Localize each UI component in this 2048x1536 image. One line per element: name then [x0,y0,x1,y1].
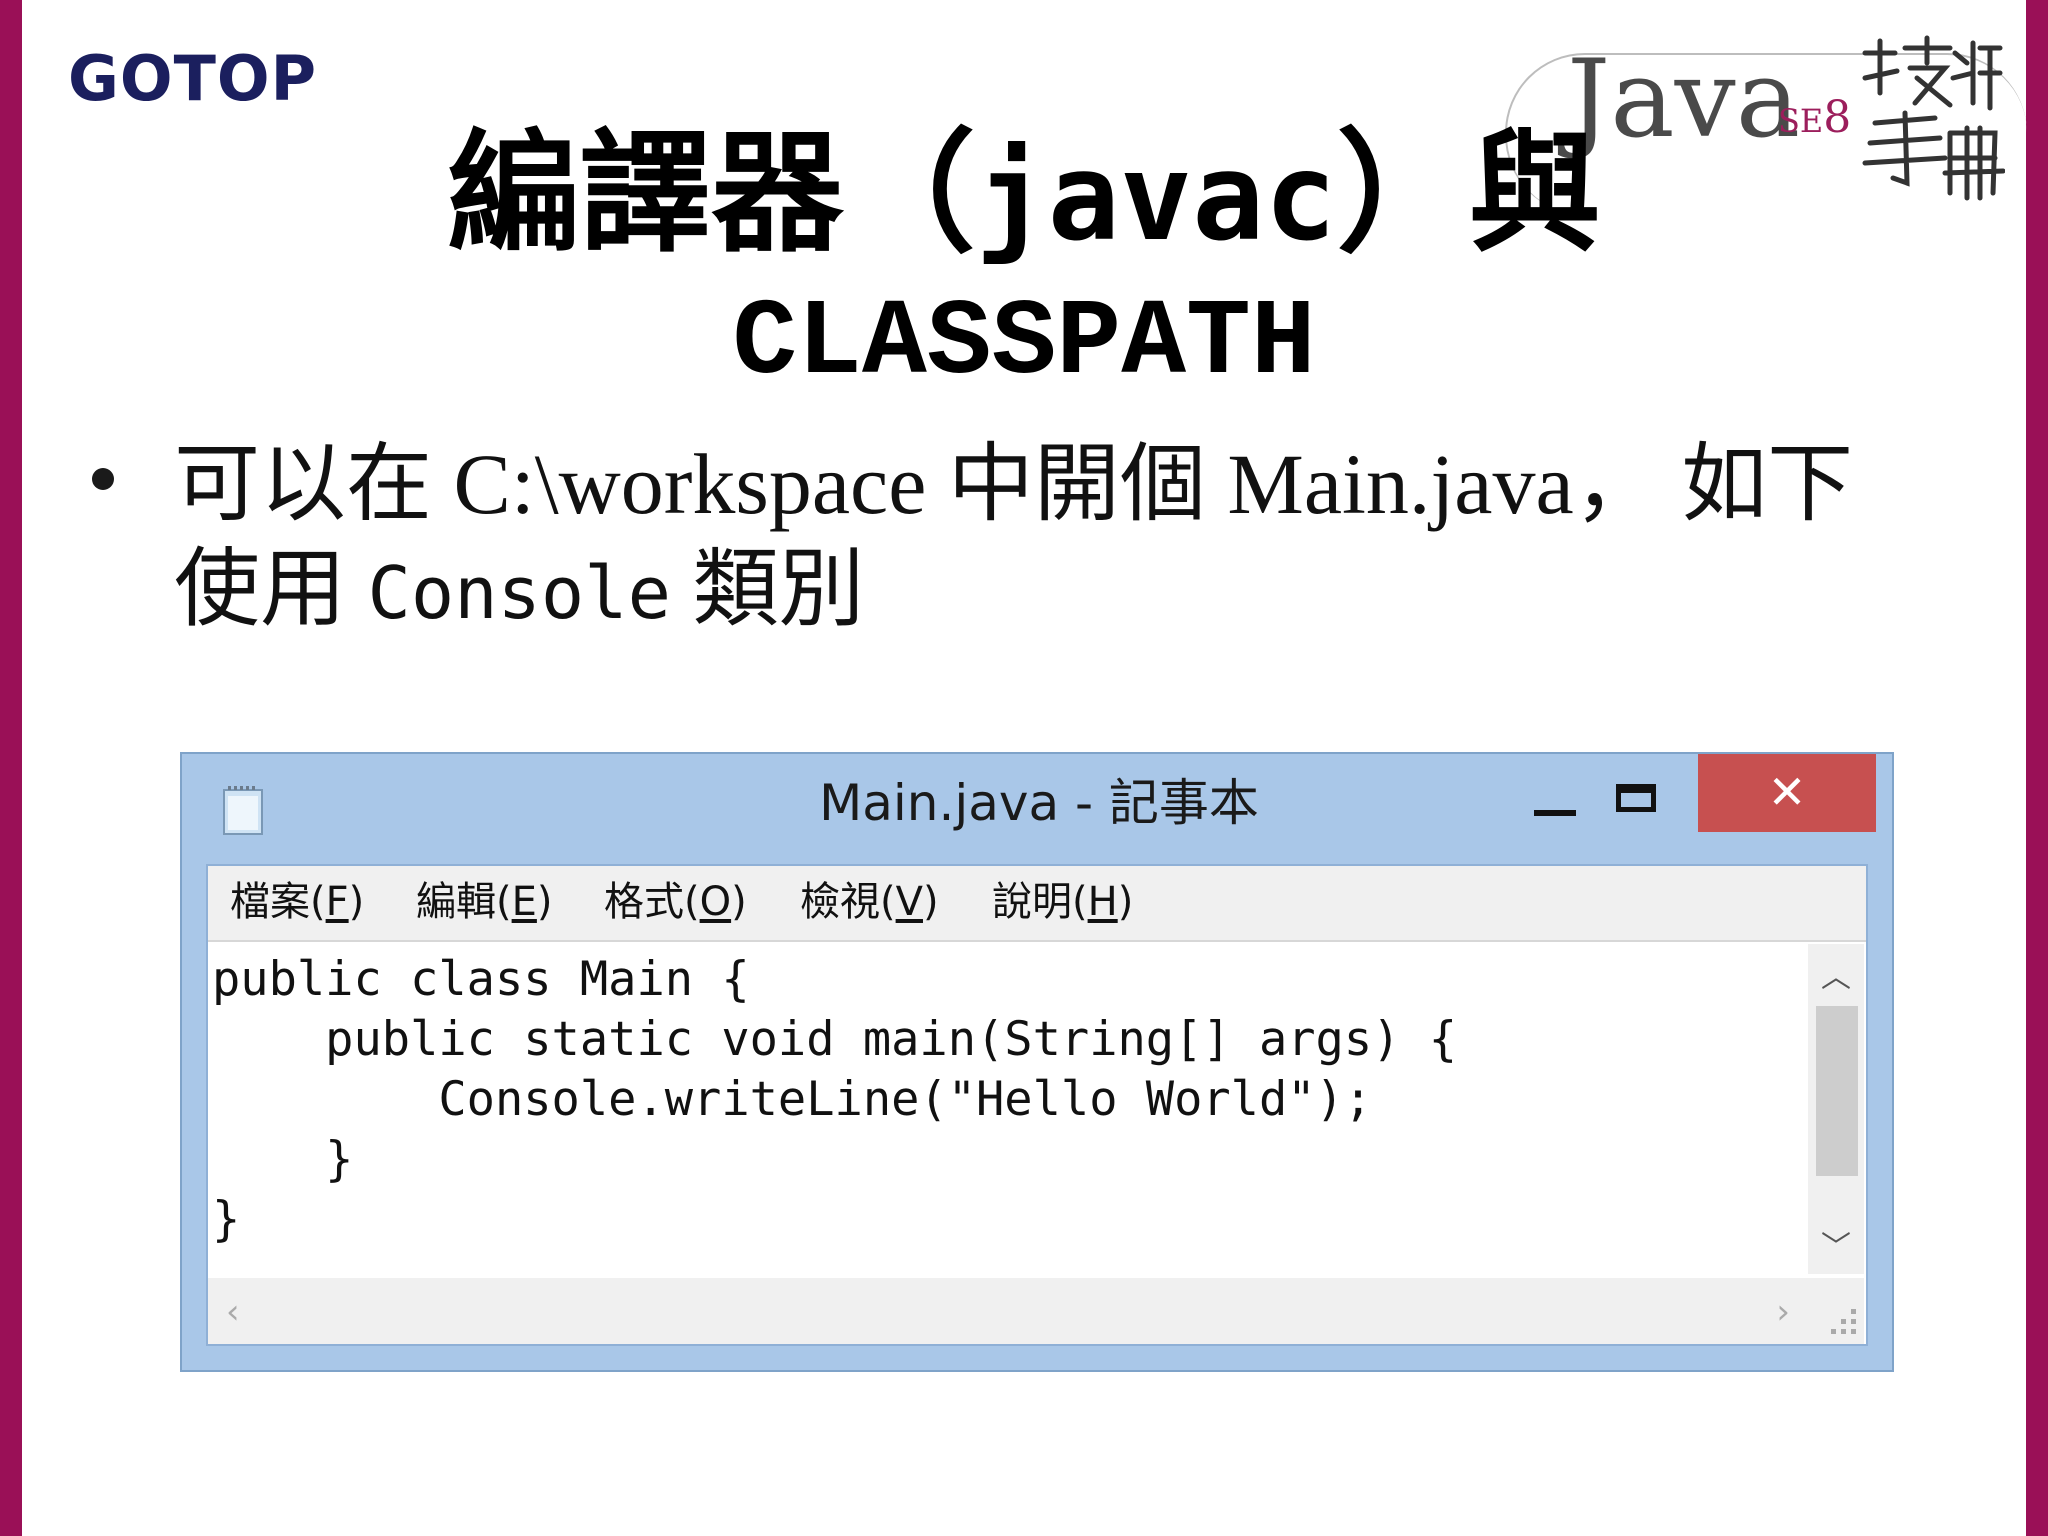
title-code: javac [975,129,1337,268]
bullet-text: 可以在 C:\workspace 中開個 Main.java， 如下 使用 Co… [174,432,2048,646]
vertical-scrollbar[interactable]: ︿ ﹀ [1808,944,1864,1274]
code-line: Console.writeLine("Hello World"); [212,1072,1373,1127]
text-editor[interactable]: public class Main { public static void m… [212,950,1812,1272]
menu-format[interactable]: 格式(O) [604,882,747,922]
scroll-down-icon[interactable]: ﹀ [1808,1222,1864,1266]
notepad-window: Main.java - 記事本 ✕ 檔案(F) 編輯(E) 格式(O) 檢視(V… [180,752,1894,1372]
title-line1: 編譯器（javac）與 [0,128,2048,260]
close-icon: ✕ [1767,765,1807,819]
title-part2: ）與 [1336,116,1601,271]
menu-edit[interactable]: 編輯(E) [416,882,553,922]
close-button[interactable]: ✕ [1698,754,1876,832]
scrollbar-thumb[interactable] [1816,1006,1858,1176]
maximize-button[interactable] [1600,776,1668,830]
gotop-logo: GOTOP [68,42,318,115]
minimize-button[interactable] [1520,776,1588,830]
scroll-right-icon[interactable]: › [1776,1292,1790,1332]
bullet-line1: 可以在 C:\workspace 中開個 Main.java， 如下 [174,436,1854,532]
code-line: } [212,1192,241,1247]
scroll-left-icon[interactable]: ‹ [226,1292,240,1332]
menu-file[interactable]: 檔案(F) [230,882,364,922]
code-line: } [212,1132,354,1187]
bullet-dot-icon [92,468,114,490]
menu-bar: 檔案(F) 編輯(E) 格式(O) 檢視(V) 說明(H) [208,866,1866,942]
code-line: public class Main { [212,952,750,1007]
slide-title: 編譯器（javac）與 CLASSPATH [0,128,2048,405]
bullet-line2-suffix: 類別 [692,541,865,637]
resize-grip-icon[interactable] [1808,1278,1864,1344]
bullet-line2-code: Console [367,551,671,635]
title-part1: 編譯器（ [447,116,976,271]
menu-help[interactable]: 說明(H) [992,882,1133,922]
title-line2: CLASSPATH [732,283,1316,405]
horizontal-scrollbar[interactable]: ‹ › [208,1278,1810,1344]
bullet-line2-prefix: 使用 [174,541,346,637]
code-line: public static void main(String[] args) { [212,1012,1458,1067]
scroll-up-icon[interactable]: ︿ [1808,952,1864,996]
bullet-line2: 使用 Console 類別 [174,537,2048,646]
menu-view[interactable]: 檢視(V) [800,882,939,922]
notepad-client: 檔案(F) 編輯(E) 格式(O) 檢視(V) 說明(H) public cla… [206,864,1868,1346]
